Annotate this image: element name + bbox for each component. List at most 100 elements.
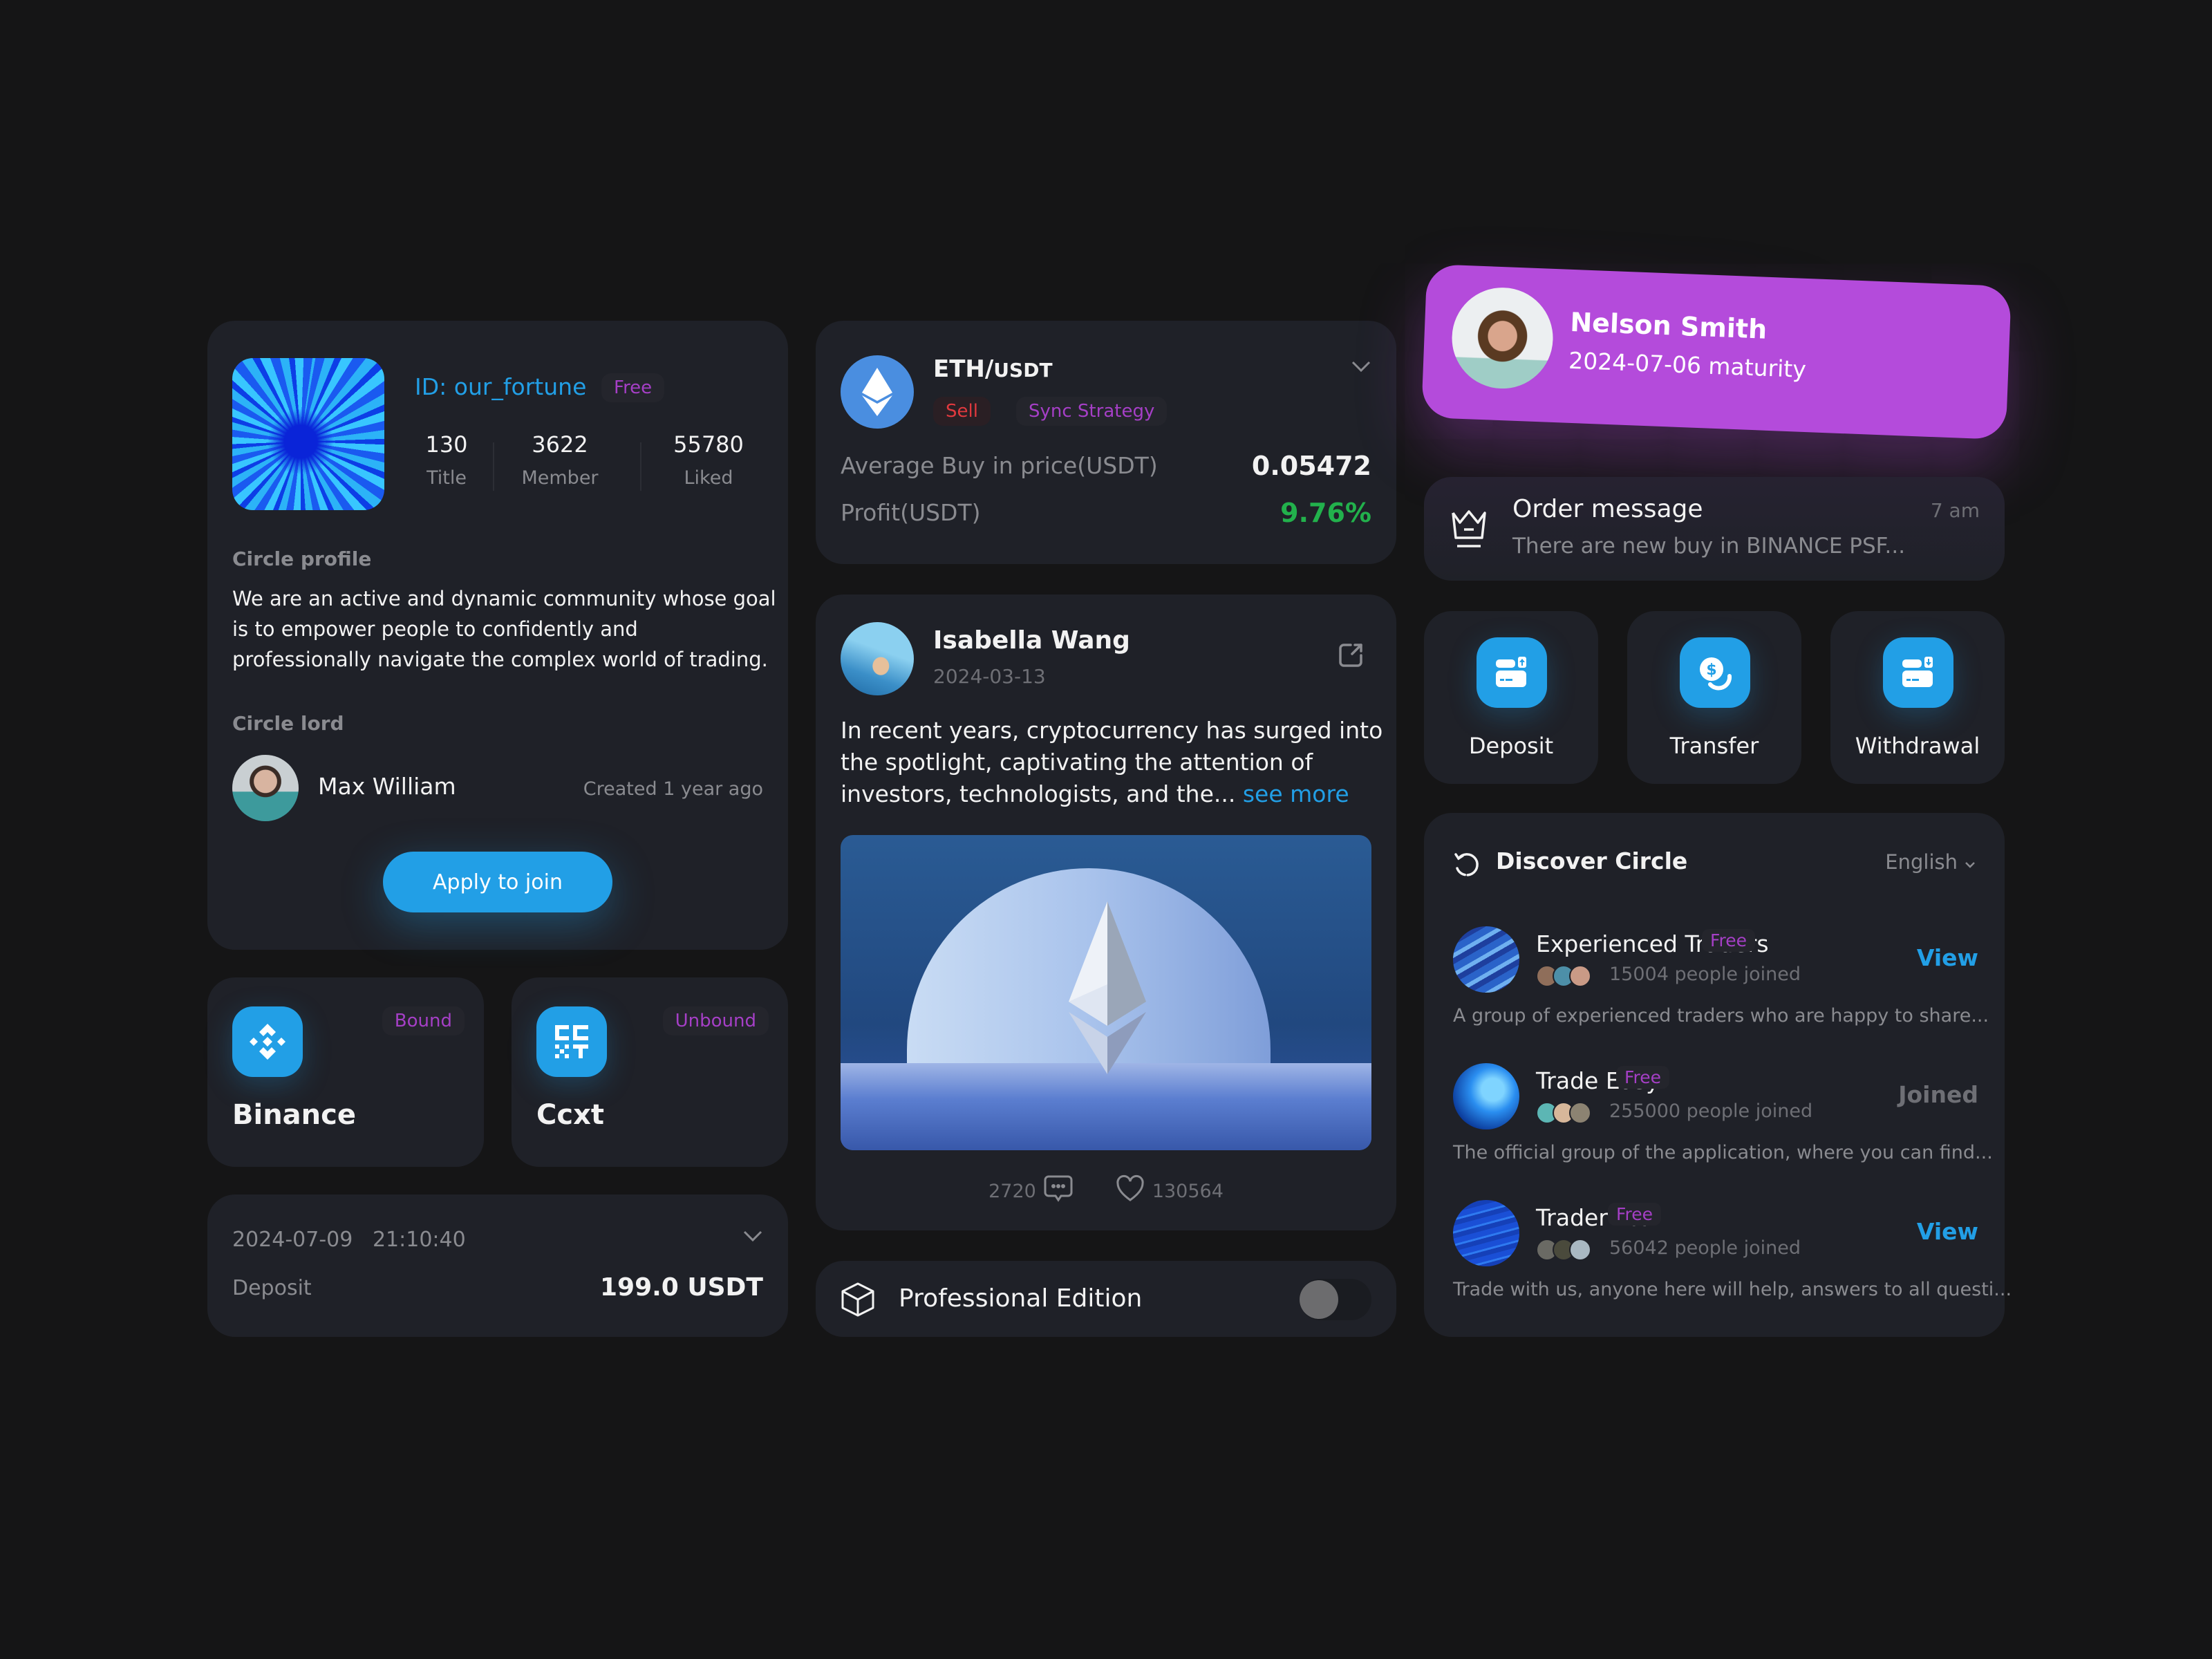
post-author[interactable]: Isabella Wang (933, 626, 1130, 655)
tier-badge: Free (601, 373, 665, 402)
chevron-down-icon[interactable] (1351, 359, 1371, 376)
circle-description: A group of experienced traders who are h… (1453, 1005, 1989, 1027)
like-button[interactable]: 130564 (1115, 1174, 1224, 1209)
view-button[interactable]: View (1917, 1218, 1978, 1245)
stat-value: 130 (425, 431, 468, 458)
professional-edition-label: Professional Edition (899, 1284, 1143, 1313)
avatar[interactable] (841, 622, 914, 695)
member-avatars (1536, 1102, 1591, 1124)
circle-lord-name[interactable]: Max William (318, 773, 456, 800)
professional-edition-toggle[interactable] (1300, 1279, 1371, 1320)
exchange-card-ccxt[interactable]: Unbound Ccxt (512, 977, 788, 1167)
order-message-title: Order message (1512, 495, 1703, 523)
crown-icon (1450, 509, 1488, 553)
circle-description: The official group of the application, w… (1453, 1142, 1993, 1163)
refresh-icon[interactable] (1453, 852, 1481, 882)
share-icon[interactable] (1337, 641, 1365, 672)
list-item[interactable]: Trader BR Free 56042 people joined Trade… (1453, 1200, 2012, 1324)
comment-count: 2720 (988, 1181, 1036, 1202)
transfer-icon: $ (1680, 637, 1750, 708)
profit-label: Profit(USDT) (841, 499, 981, 526)
avg-price-value: 0.05472 (1251, 451, 1371, 481)
deposit-label: Deposit (1468, 733, 1554, 759)
deposit-icon (1477, 637, 1547, 708)
record-datetime: 2024-07-09 21:10:40 (232, 1228, 466, 1252)
tier-badge: Free (1702, 929, 1756, 952)
language-value: English (1885, 850, 1958, 874)
cube-icon (841, 1282, 875, 1320)
membership-card[interactable]: Nelson Smith 2024-07-06 maturity (1421, 263, 2012, 440)
record-amount: 199.0 USDT (599, 1273, 763, 1302)
view-button[interactable]: View (1917, 944, 1978, 971)
status-badge: Bound (382, 1006, 465, 1035)
tier-badge: Free (1616, 1066, 1670, 1089)
svg-text:$: $ (1706, 662, 1716, 679)
eth-3d-icon (1069, 901, 1146, 1077)
post-date: 2024-03-13 (933, 665, 1046, 688)
circle-cover-image (232, 358, 384, 510)
withdrawal-icon (1883, 637, 1953, 708)
trading-pair: ETH/USDT (933, 355, 1053, 383)
stat-liked: 55780 Liked (657, 431, 760, 489)
stat-divider (640, 442, 641, 491)
member-avatars (1536, 1239, 1591, 1261)
post-actions: 2720 130564 (816, 1174, 1396, 1209)
discover-circle-card: Discover Circle English Experienced Trad… (1424, 813, 2012, 1337)
eth-icon (841, 355, 914, 429)
record-type: Deposit (232, 1276, 312, 1300)
joined-count: 255000 people joined (1609, 1100, 1813, 1122)
stat-divider (493, 442, 494, 491)
pair-quote: USDT (993, 359, 1053, 382)
order-message-text: There are new buy in BINANCE PSF... (1512, 534, 1906, 559)
apply-to-join-button[interactable]: Apply to join (383, 852, 612, 912)
post-card: Isabella Wang 2024-03-13 In recent years… (816, 594, 1396, 1230)
exchange-name: Ccxt (536, 1099, 604, 1131)
side-badge: Sell (933, 397, 991, 426)
created-date: Created 1 year ago (583, 778, 763, 800)
circle-profile-text: We are an active and dynamic community w… (232, 587, 776, 671)
avatar[interactable] (232, 755, 299, 821)
order-message-time: 7 am (1930, 499, 1980, 522)
stat-title: 130 Title (412, 431, 481, 489)
member-name: Nelson Smith (1569, 306, 1768, 345)
like-count: 130564 (1152, 1181, 1224, 1202)
transfer-button[interactable]: $ Transfer (1627, 611, 1801, 784)
avatar (1450, 285, 1555, 391)
chevron-down-icon (1965, 850, 1976, 874)
stat-label: Liked (684, 467, 733, 489)
circle-id: ID: our_fortune (415, 373, 587, 400)
binance-icon (232, 1006, 303, 1077)
stat-label: Member (521, 467, 599, 489)
joined-count: 15004 people joined (1609, 964, 1801, 985)
circle-profile-label: Circle profile (232, 547, 372, 570)
strategy-badge: Sync Strategy (1016, 397, 1168, 426)
comment-button[interactable]: 2720 (988, 1174, 1074, 1209)
list-item[interactable]: Trade Easy Free 255000 people joined The… (1453, 1063, 1993, 1188)
list-item[interactable]: Experienced Traders Free 15004 people jo… (1453, 926, 1989, 1051)
post-image[interactable] (841, 835, 1371, 1150)
transfer-label: Transfer (1669, 733, 1759, 759)
withdrawal-button[interactable]: Withdrawal (1830, 611, 2005, 784)
member-avatars (1536, 965, 1591, 987)
member-maturity: 2024-07-06 maturity (1568, 346, 1807, 383)
exchange-name: Binance (232, 1099, 356, 1131)
post-body: In recent years, cryptocurrency has surg… (841, 715, 1387, 810)
exchange-card-binance[interactable]: Bound Binance (207, 977, 484, 1167)
deposit-button[interactable]: Deposit (1424, 611, 1598, 784)
joined-status: Joined (1898, 1081, 1978, 1108)
pair-base: ETH/ (933, 355, 994, 383)
language-select[interactable]: English (1885, 850, 1976, 874)
chevron-down-icon[interactable] (742, 1229, 763, 1246)
circle-lord-label: Circle lord (232, 712, 344, 735)
deposit-record-card[interactable]: 2024-07-09 21:10:40 Deposit 199.0 USDT (207, 1194, 788, 1337)
order-message-card[interactable]: Order message 7 am There are new buy in … (1424, 477, 2005, 581)
circle-description: Trade with us, anyone here will help, an… (1453, 1279, 2012, 1300)
heart-icon (1115, 1174, 1145, 1209)
discover-title: Discover Circle (1496, 847, 1688, 874)
ccxt-icon (536, 1006, 607, 1077)
withdrawal-label: Withdrawal (1855, 733, 1980, 759)
trade-card: ETH/USDT Sell Sync Strategy Average Buy … (816, 321, 1396, 564)
see-more-link[interactable]: see more (1243, 780, 1349, 807)
stat-value: 3622 (532, 431, 588, 458)
circle-logo (1453, 926, 1519, 993)
